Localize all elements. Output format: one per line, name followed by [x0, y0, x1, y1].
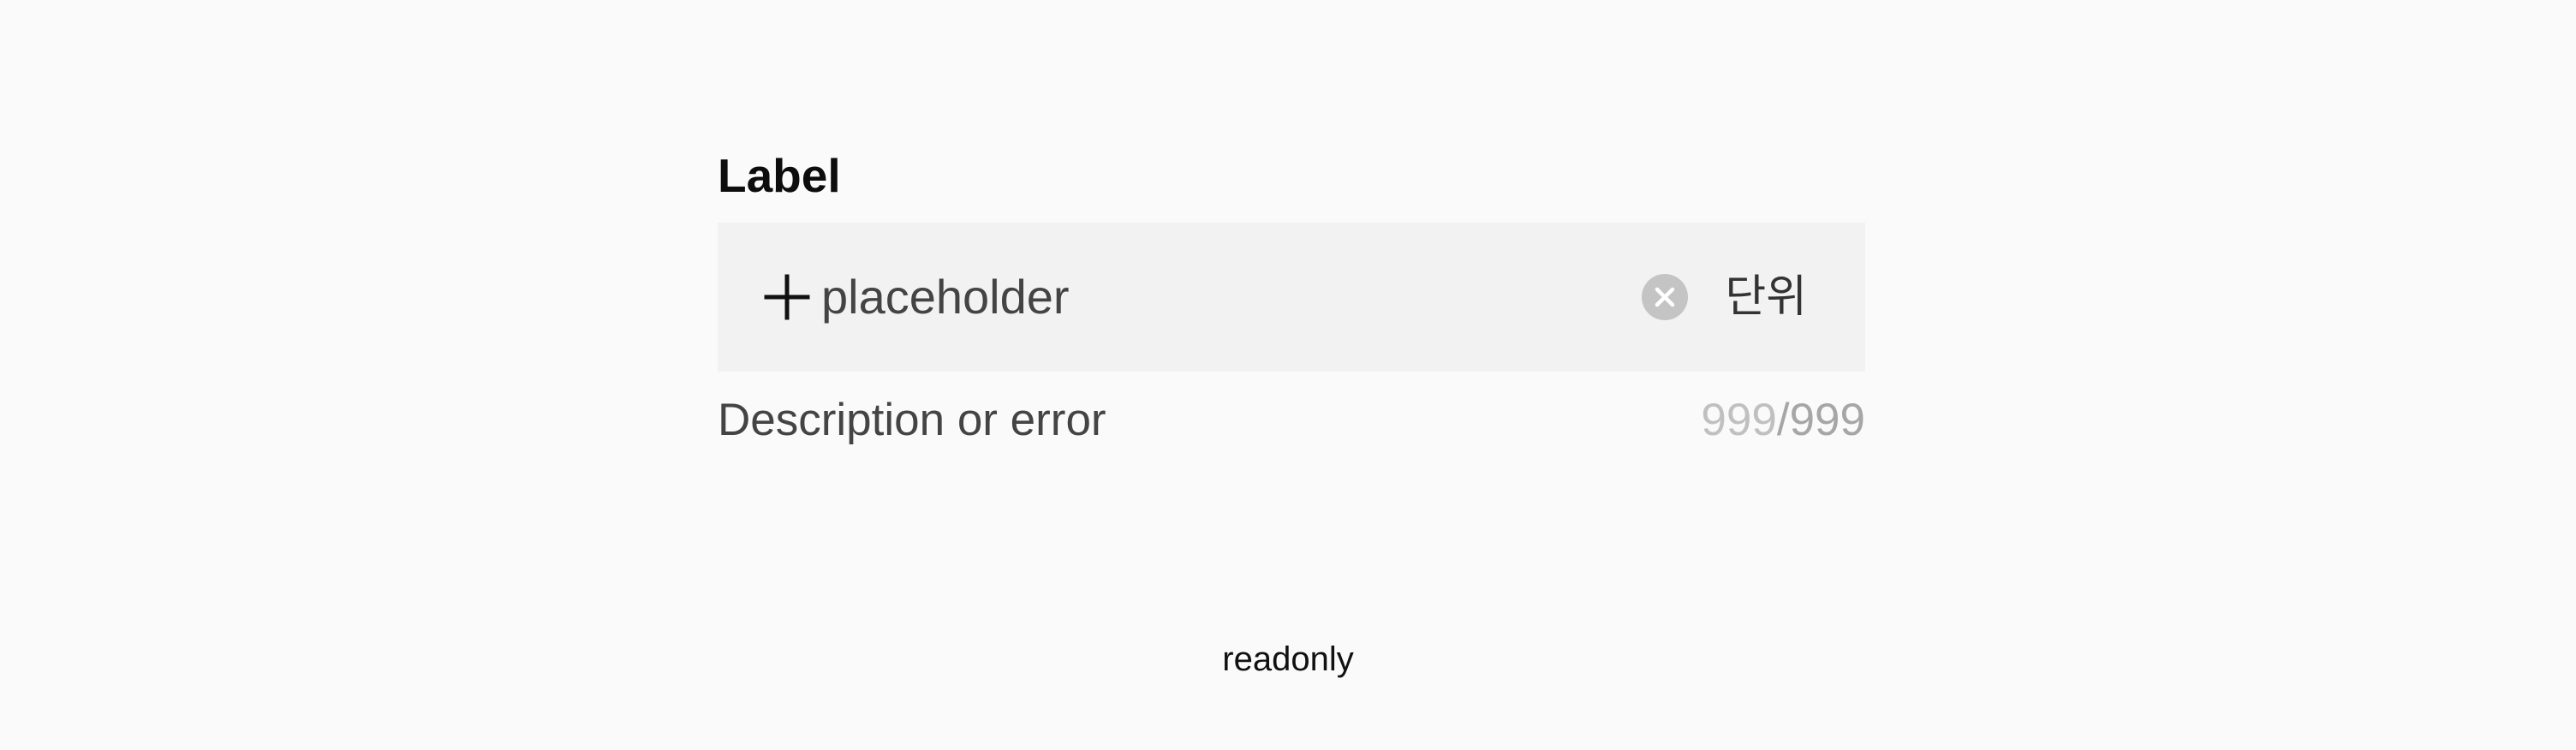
unit-label: 단위 [1725, 271, 1807, 323]
counter-max: 999 [1789, 394, 1865, 445]
character-counter: 999/999 [1701, 394, 1865, 446]
text-field-demo: Label 단위 Description or error 999/999 [0, 0, 2576, 750]
clear-icon[interactable] [1641, 273, 1689, 321]
text-input[interactable] [821, 263, 1642, 331]
counter-current: 999 [1701, 394, 1777, 445]
helper-row: Description or error 999/999 [718, 384, 1865, 455]
counter-separator: / [1776, 394, 1790, 445]
plus-icon[interactable] [763, 273, 811, 321]
text-field: Label 단위 Description or error 999/999 [718, 146, 1865, 455]
description-text: Description or error [718, 394, 1106, 445]
state-caption: readonly [1222, 640, 1354, 678]
input-container[interactable]: 단위 [718, 223, 1865, 372]
field-label: Label [718, 149, 841, 202]
